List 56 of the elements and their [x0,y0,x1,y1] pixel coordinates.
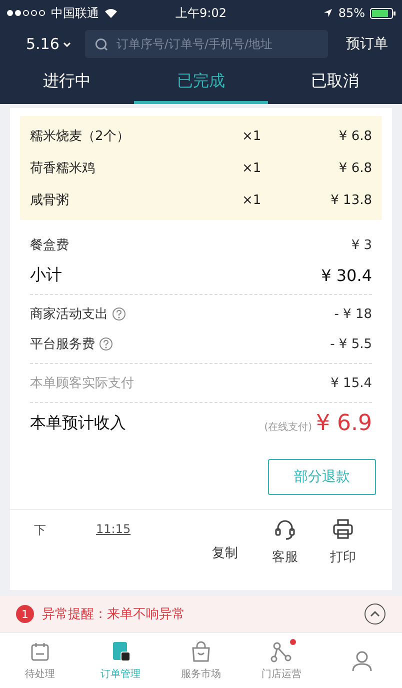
customer-service-button[interactable]: 客服 [256,518,314,566]
fee-amount: ¥ 3 [351,238,372,252]
battery-icon [370,8,396,18]
chevron-down-icon [63,42,72,46]
wifi-icon [104,8,118,18]
item-quantity: ×1 [242,128,262,144]
item-name: 咸骨粥 [30,192,70,209]
nav-tab[interactable]: 门店运营 [241,633,322,688]
nav-tab[interactable]: 待处理 [0,633,80,688]
fee-label: 平台服务费 [30,336,95,353]
order-time: 11:15 [96,522,131,538]
fee-label: 本单顾客实际支付 [30,375,134,392]
order-tab[interactable]: 已完成 [134,62,268,104]
fee-label: 商家活动支出 [30,306,108,323]
bag-icon [190,640,212,662]
item-quantity: ×1 [242,192,262,208]
order-time-label: 下 [34,522,46,539]
help-icon[interactable] [112,307,126,321]
nav-tab[interactable]: 服务市场 [160,633,242,688]
copy-button[interactable]: 复制 [194,544,256,566]
item-quantity: ×1 [242,160,262,176]
carrier-name: 中国联通 [51,4,99,22]
fee-amount: - ¥ 5.5 [330,336,372,352]
preorder-button[interactable]: 预订单 [342,35,392,53]
income-amount: ¥ 6.9 [316,410,372,436]
income-label: 本单预计收入 [30,412,126,434]
alert-message: 异常提醒：来单不响异常 [42,606,186,623]
payment-note: (在线支付) [264,420,312,434]
location-arrow-icon [323,8,334,18]
battery-percent: 85% [338,6,365,20]
item-price: ¥ 13.8 [330,192,372,208]
search-icon [95,38,108,50]
fee-amount: ¥ 30.4 [321,266,372,284]
alert-count-badge: 1 [16,605,34,623]
person-icon [350,650,373,672]
calendar-icon [29,640,52,662]
signal-icon [6,9,46,17]
nodes-icon [270,640,292,662]
item-name: 糯米烧麦（2个） [30,128,130,145]
item-price: ¥ 6.8 [338,128,372,144]
order-tab[interactable]: 进行中 [0,62,134,104]
collapse-icon[interactable] [364,603,386,625]
headset-icon [274,518,296,540]
help-icon[interactable] [99,337,113,351]
print-button[interactable]: 打印 [314,518,372,566]
status-time: 上午9:02 [176,4,226,22]
order-tab[interactable]: 已取消 [268,62,402,104]
item-name: 荷香糯米鸡 [30,160,96,177]
fee-label: 小计 [30,264,62,286]
search-field[interactable]: 订单序号/订单号/手机号/地址 [85,30,328,58]
date-selector[interactable]: 5.16 [26,35,72,53]
fee-amount: - ¥ 18 [334,306,372,322]
fee-label: 餐盒费 [30,237,69,254]
item-price: ¥ 6.8 [338,160,372,176]
printer-icon [332,518,354,540]
fee-amount: ¥ 15.4 [330,376,372,390]
